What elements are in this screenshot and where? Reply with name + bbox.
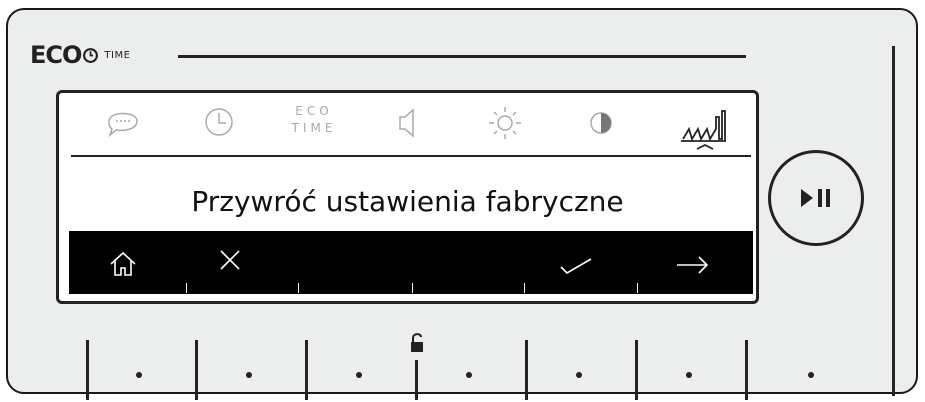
bottom-key-7[interactable]	[808, 372, 814, 378]
speaker-icon[interactable]	[386, 103, 430, 143]
bottom-key-4[interactable]	[466, 372, 472, 378]
play-pause-button[interactable]	[768, 150, 864, 246]
brand-time-text: TIME	[104, 49, 131, 61]
device-panel: ECO TIME ECO TIME Przywróć ustawienia fa…	[6, 8, 918, 400]
softkey-tick	[637, 283, 638, 293]
bottom-key-divider	[415, 360, 418, 400]
bottom-key-divider	[195, 340, 198, 400]
bottom-key-divider	[305, 340, 308, 400]
softkey-tick	[298, 283, 299, 293]
arrow-right-icon[interactable]	[663, 237, 723, 283]
lcd-separator	[71, 155, 751, 157]
softkey-tick	[524, 283, 525, 293]
bottom-key-divider	[86, 340, 89, 400]
brand-divider	[178, 55, 746, 58]
clock-icon	[83, 47, 99, 63]
eco-time-line1: ECO	[295, 104, 333, 118]
factory-icon[interactable]	[675, 103, 735, 150]
check-icon[interactable]	[545, 237, 605, 283]
screen-title: Przywróć ustawienia fabryczne	[191, 185, 624, 218]
lcd-screen: ECO TIME Przywróć ustawienia fabryczne	[56, 90, 759, 304]
bottom-key-5[interactable]	[576, 372, 582, 378]
bottom-key-divider	[525, 340, 528, 400]
menu-icon-row: ECO TIME	[59, 95, 756, 151]
brand-logo: ECO TIME	[30, 41, 130, 69]
softkey-bar	[69, 231, 753, 294]
bottom-key-6[interactable]	[686, 372, 692, 378]
contrast-icon[interactable]	[579, 103, 623, 143]
bottom-key-divider	[745, 340, 748, 400]
eco-time-icon[interactable]: ECO TIME	[281, 103, 347, 143]
unlocked-padlock-icon	[411, 333, 423, 352]
bottom-key-3[interactable]	[356, 372, 362, 378]
bottom-key-divider	[635, 340, 638, 400]
home-icon[interactable]	[93, 237, 153, 283]
bottom-key-2[interactable]	[246, 372, 252, 378]
play-pause-icon	[801, 189, 830, 207]
softkey-tick	[412, 283, 413, 293]
brand-eco-text: ECO	[30, 41, 82, 69]
eco-time-line2: TIME	[291, 121, 337, 135]
softkey-tick	[186, 283, 187, 293]
right-divider	[892, 46, 895, 396]
clock-icon[interactable]	[197, 103, 241, 143]
close-icon[interactable]	[201, 237, 261, 283]
bottom-key-1[interactable]	[136, 372, 142, 378]
sun-icon[interactable]	[483, 103, 527, 143]
chat-bubble-icon[interactable]	[101, 103, 145, 143]
